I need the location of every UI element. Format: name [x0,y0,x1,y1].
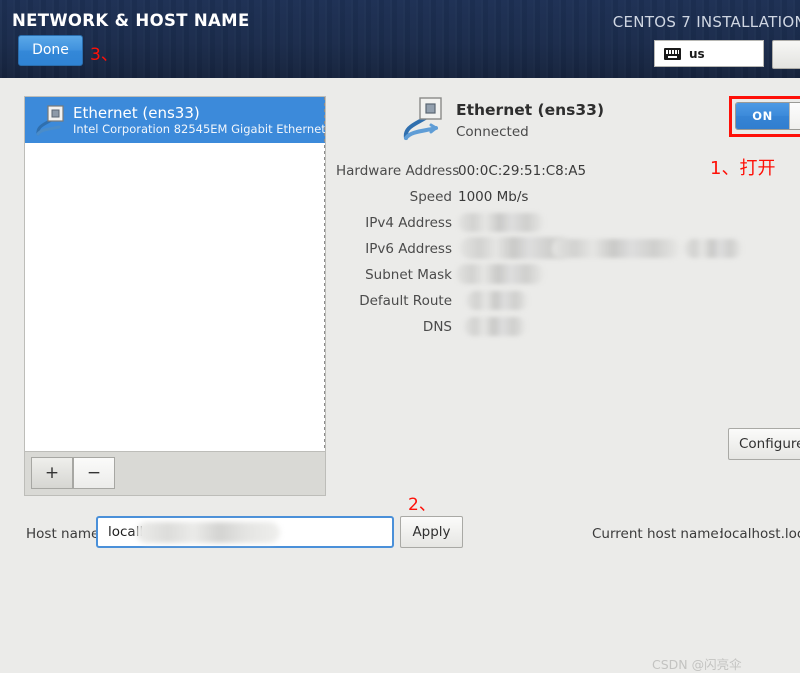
redaction-blur [464,317,526,336]
redaction-blur [552,239,680,258]
annotation-step-2: 2、 [408,495,436,515]
device-list[interactable]: Ethernet (ens33) Intel Corporation 82545… [24,96,326,452]
field-label: IPv6 Address [365,241,452,257]
content-area: Ethernet (ens33) Intel Corporation 82545… [0,78,800,672]
field-value: 1000 Mb/s [458,189,529,205]
field-row: DNS [336,314,800,340]
hostname-label: Host name: [26,526,104,542]
device-info-fields: Hardware Address 00:0C:29:51:C8:A5 Speed… [336,158,800,340]
keyboard-layout-indicator[interactable]: us [654,40,764,67]
apply-button[interactable]: Apply [400,516,463,548]
remove-device-button[interactable]: − [73,457,115,489]
redaction-blur [466,291,528,310]
keyboard-layout-switch-button[interactable] [772,40,800,69]
field-value: 00:0C:29:51:C8:A5 [458,163,587,179]
ethernet-icon [35,104,65,136]
list-item-title: Ethernet (ens33) [73,104,200,122]
redaction-blur [460,237,572,259]
current-hostname-value: localhost.localdomain [720,526,800,542]
list-item-description: Intel Corporation 82545EM Gigabit Ethern… [73,121,325,136]
connection-toggle-label: ON [736,103,789,129]
list-item[interactable]: Ethernet (ens33) Intel Corporation 82545… [25,97,325,143]
redaction-blur [684,239,742,258]
device-detail-panel: Ethernet (ens33) Connected ON 1、打开 Hardw… [336,96,800,460]
page-title: NETWORK & HOST NAME [12,11,250,30]
configure-button[interactable]: Configure... [728,428,800,460]
device-detail-name: Ethernet (ens33) [456,101,605,119]
add-device-button[interactable]: + [31,457,73,489]
product-title: CENTOS 7 INSTALLATION [612,13,800,31]
redaction-blur [456,264,544,284]
list-focus-indicator [324,97,325,451]
field-row: Subnet Mask [336,262,800,288]
field-row: Default Route [336,288,800,314]
field-label: Subnet Mask [365,267,452,283]
redaction-blur [458,213,544,232]
hostname-input[interactable] [96,516,394,548]
field-label: IPv4 Address [365,215,452,231]
field-label: DNS [422,319,452,335]
field-label: Speed [409,189,452,205]
device-detail-header: Ethernet (ens33) Connected [402,96,604,142]
device-detail-texts: Ethernet (ens33) Connected [456,96,604,142]
installer-screen: NETWORK & HOST NAME CENTOS 7 INSTALLATIO… [0,0,800,672]
field-row: IPv6 Address [336,236,800,262]
field-label: Default Route [359,293,452,309]
connection-toggle[interactable]: ON [735,102,800,130]
device-list-toolbar: + − [24,452,326,496]
annotation-step-3: 3、 [90,45,118,65]
field-row: Speed 1000 Mb/s [336,184,800,210]
current-hostname-label: Current host name: [592,526,724,542]
header-bar: NETWORK & HOST NAME CENTOS 7 INSTALLATIO… [0,0,800,78]
ethernet-icon-large [402,96,446,142]
field-label: Hardware Address [336,163,460,179]
connection-toggle-knob [789,103,800,129]
keyboard-icon [664,47,681,60]
keyboard-layout-label: us [689,46,705,61]
field-row: Hardware Address 00:0C:29:51:C8:A5 [336,158,800,184]
list-item-texts: Ethernet (ens33) Intel Corporation 82545… [73,105,325,136]
done-button[interactable]: Done [18,35,83,66]
device-detail-status: Connected [456,124,529,140]
field-row: IPv4 Address [336,210,800,236]
watermark: CSDN @闪亮伞 [652,657,742,672]
